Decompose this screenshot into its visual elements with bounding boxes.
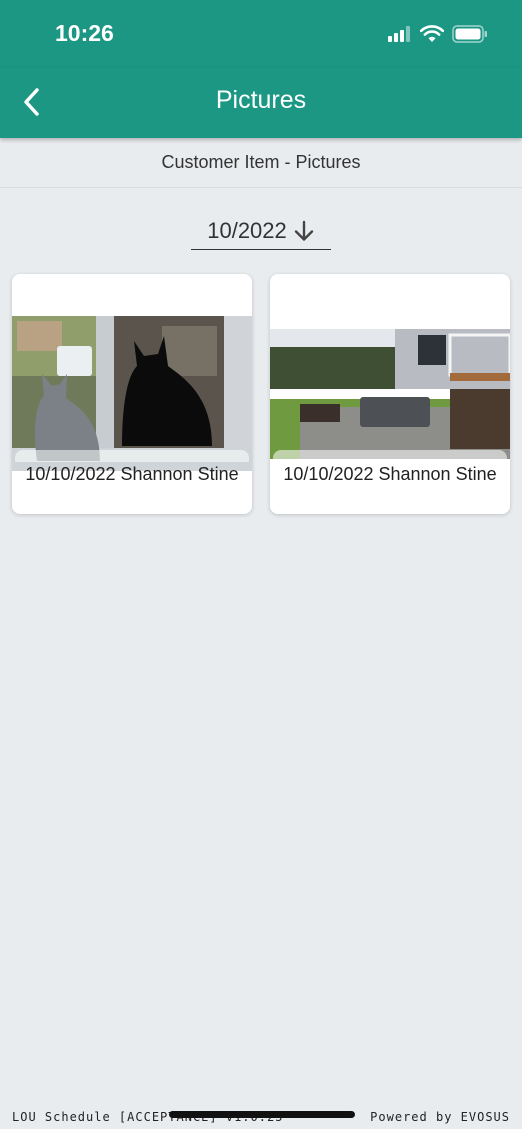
powered-by-label: Powered by EVOSUS <box>370 1110 510 1124</box>
home-indicator <box>169 1111 355 1118</box>
picture-caption: 10/10/2022 Shannon Stine <box>25 464 239 484</box>
date-filter-value: 10/2022 <box>207 217 287 243</box>
caption-overlay <box>273 450 507 462</box>
header: Pictures <box>0 68 522 138</box>
section-title: Customer Item - Pictures <box>0 138 522 188</box>
battery-icon <box>452 25 487 43</box>
arrow-down-icon <box>294 220 313 241</box>
date-filter[interactable]: 10/2022 <box>191 212 331 250</box>
picture-thumbnail[interactable] <box>12 316 252 471</box>
caption-overlay <box>15 450 249 462</box>
picture-thumbnail[interactable] <box>270 329 510 459</box>
status-time: 10:26 <box>55 20 114 46</box>
status-bar: 10:26 <box>0 0 522 68</box>
picture-card[interactable]: 10/10/2022 Shannon Stine <box>12 274 252 514</box>
cellular-signal-icon <box>388 26 410 42</box>
page-title: Pictures <box>215 86 307 114</box>
picture-card[interactable]: 10/10/2022 Shannon Stine <box>270 274 510 514</box>
picture-caption: 10/10/2022 Shannon Stine <box>283 464 497 484</box>
status-icons <box>388 25 488 43</box>
wifi-icon <box>420 25 444 42</box>
